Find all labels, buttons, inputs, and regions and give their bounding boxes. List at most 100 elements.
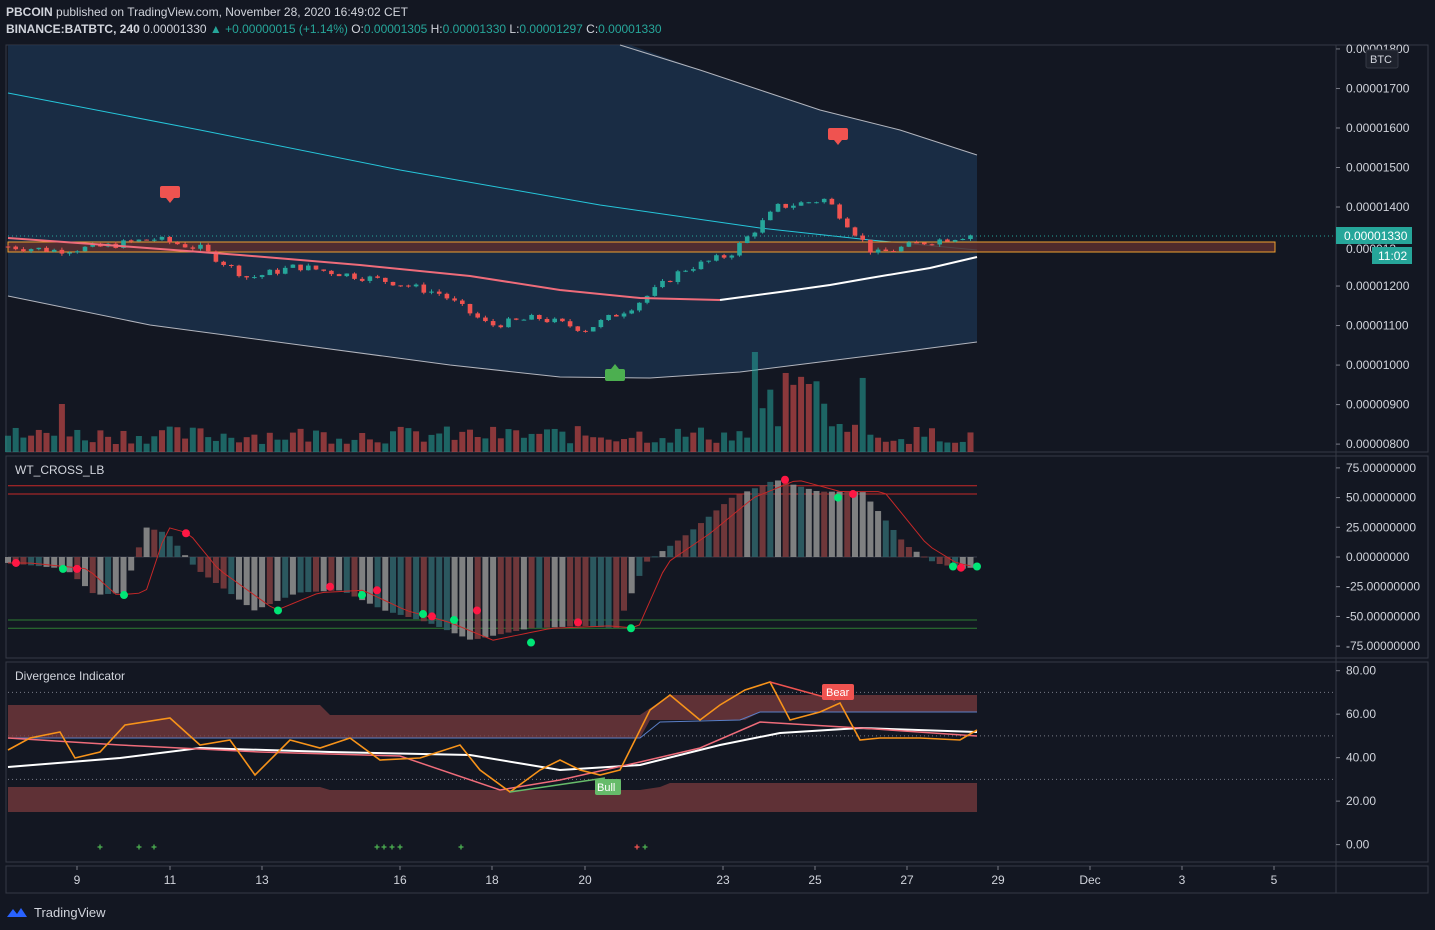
volume-bar bbox=[713, 442, 720, 452]
sell-signal-marker bbox=[160, 186, 180, 198]
candle-body bbox=[698, 261, 704, 270]
wt-histogram-bar bbox=[513, 557, 520, 631]
volume-bar bbox=[428, 434, 435, 452]
wt-histogram-bar bbox=[320, 557, 327, 592]
candle-body bbox=[375, 276, 380, 278]
wt-cross-dot bbox=[781, 475, 789, 484]
candle-body bbox=[344, 273, 350, 277]
volume-bar bbox=[690, 432, 697, 452]
volume-bar bbox=[174, 427, 181, 452]
volume-bar bbox=[828, 426, 835, 452]
wt-histogram-bar bbox=[667, 545, 674, 557]
wt-cross-dot bbox=[326, 582, 334, 591]
candle-body bbox=[136, 239, 142, 242]
volume-bar bbox=[243, 437, 250, 452]
candle-body bbox=[467, 303, 473, 314]
volume-bar bbox=[35, 429, 42, 452]
candle-body bbox=[960, 238, 966, 241]
volume-bar bbox=[798, 376, 805, 452]
volume-bar bbox=[274, 439, 281, 452]
candle-body bbox=[306, 265, 311, 271]
candle-body bbox=[282, 267, 288, 274]
wt-histogram-bar bbox=[35, 557, 42, 567]
wt-histogram-bar bbox=[682, 535, 689, 557]
wt-histogram-bar bbox=[759, 485, 766, 557]
volume-bar bbox=[767, 389, 774, 452]
wt-tick-label: 50.00000000 bbox=[1346, 491, 1416, 505]
wt-histogram-bar bbox=[497, 557, 504, 635]
wt-cross-dot bbox=[834, 493, 842, 502]
candle-body bbox=[59, 249, 65, 254]
candle-body bbox=[868, 239, 873, 253]
wt-histogram-bar bbox=[274, 557, 281, 601]
candle-body bbox=[429, 291, 434, 293]
candle-body bbox=[860, 235, 865, 240]
volume-bar bbox=[505, 429, 512, 452]
wt-histogram-bar bbox=[120, 557, 127, 593]
candle-body bbox=[313, 265, 319, 270]
wt-histogram-bar bbox=[289, 557, 296, 595]
price-tick-label: 0.00001400 bbox=[1346, 200, 1410, 214]
symbol-label[interactable]: BINANCE:BATBTC, 240 bbox=[6, 22, 140, 36]
wt-cross-dot bbox=[358, 591, 366, 600]
wt-histogram-bar bbox=[590, 557, 597, 627]
volume-bar bbox=[821, 403, 828, 452]
candle-body bbox=[205, 244, 211, 252]
volume-bar bbox=[813, 381, 820, 452]
price-change: ▲ +0.00000015 (+1.14%) bbox=[209, 22, 348, 36]
wt-histogram-bar bbox=[782, 482, 789, 557]
price-tick-label: 0.00001500 bbox=[1346, 160, 1410, 174]
wt-histogram-bar bbox=[790, 484, 797, 557]
countdown-tag-label: 11:02 bbox=[1378, 249, 1407, 263]
volume-bar bbox=[451, 439, 458, 452]
volume-bar bbox=[836, 423, 843, 452]
candle-body bbox=[13, 246, 18, 250]
volume-bar bbox=[382, 443, 389, 452]
candle-body bbox=[436, 291, 442, 294]
candle-body bbox=[513, 318, 519, 320]
div-tick-label: 0.00 bbox=[1346, 838, 1370, 852]
chart-canvas[interactable]: 0.000018000.000017000.000016000.00001500… bbox=[0, 0, 1435, 930]
wt-histogram-bar bbox=[397, 557, 404, 615]
candle-body bbox=[852, 227, 858, 236]
wt-cross-dot bbox=[73, 564, 81, 573]
candle-body bbox=[714, 255, 719, 261]
candle-body bbox=[544, 319, 550, 323]
volume-bar bbox=[66, 436, 73, 452]
candle-body bbox=[406, 285, 411, 287]
wt-cross-dot bbox=[973, 562, 981, 571]
volume-bar bbox=[97, 430, 104, 452]
volume-bar bbox=[20, 437, 27, 452]
candle-body bbox=[144, 239, 149, 241]
div-tick-label: 40.00 bbox=[1346, 751, 1376, 765]
volume-bar bbox=[313, 430, 319, 452]
candle-body bbox=[259, 275, 265, 278]
candle-body bbox=[614, 314, 619, 317]
div-pane-title[interactable]: Divergence Indicator bbox=[15, 669, 125, 683]
wt-tick-label: -25.00000000 bbox=[1346, 580, 1420, 594]
volume-bar bbox=[374, 442, 381, 452]
candle-body bbox=[221, 261, 226, 265]
wt-histogram-bar bbox=[313, 557, 319, 592]
price-axis: 0.000018000.000017000.000016000.00001500… bbox=[1336, 42, 1412, 451]
volume-bar bbox=[952, 442, 959, 452]
candle-body bbox=[945, 239, 950, 242]
footer-brand[interactable]: TradingView bbox=[6, 902, 106, 922]
time-tick-label: 16 bbox=[393, 873, 407, 887]
wt-histogram-bar bbox=[336, 557, 343, 591]
wt-cross-dot bbox=[527, 638, 535, 647]
candle-body bbox=[229, 264, 234, 266]
volume-bar bbox=[929, 428, 935, 452]
wt-histogram-bar bbox=[243, 557, 250, 606]
wt-pane-title[interactable]: WT_CROSS_LB bbox=[15, 463, 104, 477]
bull-label: Bull bbox=[597, 782, 615, 794]
wt-histogram-bar bbox=[821, 491, 828, 557]
wt-histogram-bar bbox=[705, 516, 712, 557]
volume-bar bbox=[220, 433, 227, 452]
candle-body bbox=[552, 318, 557, 323]
volume-bar bbox=[782, 372, 789, 452]
publisher-name[interactable]: PBCOIN bbox=[6, 5, 53, 19]
volume-bar bbox=[266, 432, 273, 452]
wt-histogram-bar bbox=[297, 557, 304, 593]
volume-bar bbox=[58, 404, 65, 452]
